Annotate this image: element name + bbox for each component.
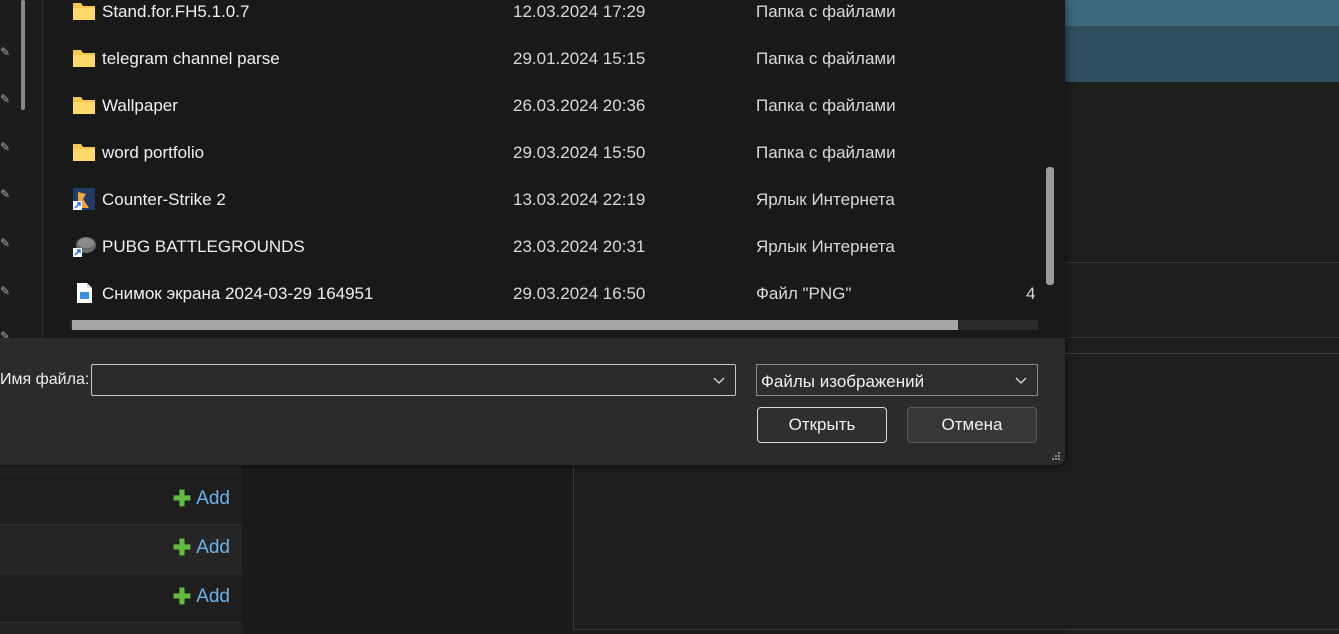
file-name: Counter-Strike 2 [102,190,226,209]
divider [1065,337,1339,338]
cs2-shortcut-icon [73,188,95,210]
folder-icon [73,97,95,114]
filename-label: Имя файла: [0,371,90,388]
png-file-icon [77,283,92,303]
pin-icon[interactable]: ✎ [0,46,12,58]
file-type: Папка с файлами [756,143,896,162]
add-link[interactable]: ✚ Add [173,586,230,608]
file-list[interactable]: Stand.for.FH5.1.0.7 12.03.2024 17:29 Пап… [43,0,1065,338]
cancel-button[interactable]: Отмена [907,407,1037,443]
plus-icon: ✚ [172,486,192,511]
vertical-scrollbar[interactable] [1046,167,1054,285]
background-selected-band [1065,26,1339,82]
file-size: 4 [1026,284,1036,303]
pin-icon[interactable]: ✎ [0,285,12,297]
list-item: ✚ Add [0,574,242,623]
file-name: Снимок экрана 2024-03-29 164951 [102,284,374,303]
list-item: ✚ Add [0,476,242,525]
file-type: Папка с файлами [756,2,896,21]
file-date: 12.03.2024 17:29 [513,2,646,21]
background-left-list: ✚ Add ✚ Add ✚ Add [0,466,242,634]
folder-icon [73,3,95,20]
file-date: 26.03.2024 20:36 [513,96,646,115]
pin-icon[interactable]: ✎ [0,141,12,153]
file-name: PUBG BATTLEGROUNDS [102,237,305,256]
file-date: 13.03.2024 22:19 [513,190,646,209]
file-row[interactable]: telegram channel parse 29.01.2024 15:15 … [43,35,1043,82]
file-row[interactable]: Stand.for.FH5.1.0.7 12.03.2024 17:29 Пап… [43,0,1043,35]
file-row[interactable]: PUBG BATTLEGROUNDS 23.03.2024 20:31 Ярлы… [43,223,1043,270]
file-row[interactable]: Counter-Strike 2 13.03.2024 22:19 Ярлык … [43,176,1043,223]
file-name: telegram channel parse [102,49,280,68]
pubg-shortcut-icon [73,237,96,257]
pin-icon[interactable]: ✎ [0,93,12,105]
dialog-footer: Имя файла: Файлы изображений Открыть Отм… [0,338,1065,465]
file-name: word portfolio [102,143,205,162]
nav-scrollbar[interactable] [21,0,25,110]
filename-input[interactable] [92,365,708,393]
file-type-filter[interactable]: Файлы изображений [756,364,1038,396]
navigation-pane[interactable]: ✎ ✎ ✎ ✎ ✎ ✎ ✎ [0,0,43,342]
chevron-down-icon[interactable] [1015,374,1027,386]
background-header-bar [1065,0,1339,26]
pin-icon[interactable]: ✎ [0,188,12,200]
file-date: 29.03.2024 15:50 [513,143,646,162]
background-content-panel [573,466,1339,630]
folder-icon [73,50,95,67]
file-row[interactable]: Wallpaper 26.03.2024 20:36 Папка с файла… [43,82,1043,129]
file-date: 29.01.2024 15:15 [513,49,646,68]
file-type: Папка с файлами [756,96,896,115]
file-type: Ярлык Интернета [756,237,895,256]
file-name: Stand.for.FH5.1.0.7 [102,2,250,21]
divider [1065,262,1339,263]
add-link[interactable]: ✚ Add [173,537,230,559]
chevron-down-icon[interactable] [713,374,725,386]
plus-icon: ✚ [172,535,192,560]
list-item: ✚ Add [0,525,242,574]
file-row[interactable]: word portfolio 29.03.2024 15:50 Папка с … [43,129,1043,176]
file-type: Ярлык Интернета [756,190,895,209]
file-name: Wallpaper [102,96,178,115]
file-date: 23.03.2024 20:31 [513,237,646,256]
resize-grip-icon[interactable] [1051,451,1061,461]
file-type: Папка с файлами [756,49,896,68]
open-button[interactable]: Открыть [757,407,887,443]
pin-icon[interactable]: ✎ [0,237,12,249]
plus-icon: ✚ [172,584,192,609]
file-row[interactable]: Снимок экрана 2024-03-29 164951 29.03.20… [43,270,1043,317]
file-date: 29.03.2024 16:50 [513,284,646,303]
filter-selected-value: Файлы изображений [761,372,925,391]
folder-icon [73,144,95,161]
horizontal-scrollbar[interactable] [72,320,958,330]
filename-combobox[interactable] [91,364,736,396]
file-type: Файл "PNG" [756,284,852,303]
open-file-dialog: ✎ ✎ ✎ ✎ ✎ ✎ ✎ Stand.for.FH5.1.0.7 12.03.… [0,0,1065,465]
add-link[interactable]: ✚ Add [173,488,230,510]
